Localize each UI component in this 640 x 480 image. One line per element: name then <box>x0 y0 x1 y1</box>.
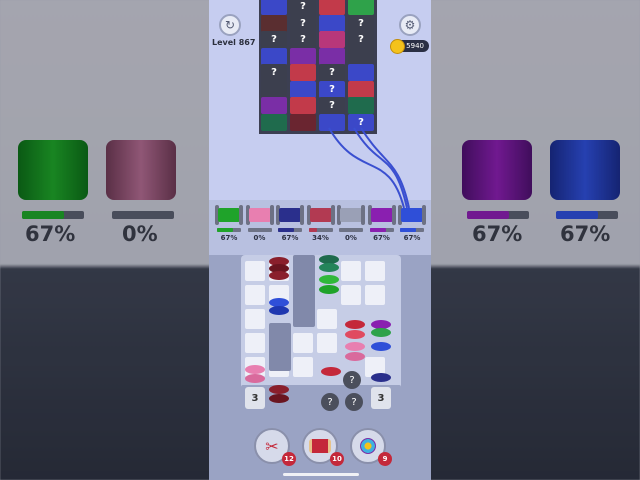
spool-percent-label: 67% <box>373 234 390 242</box>
thread-lines <box>328 127 410 209</box>
spool-stack[interactable] <box>245 365 265 385</box>
spool-progress-bar <box>217 228 241 232</box>
booster-count: 12 <box>282 452 296 466</box>
locked-tile-counter: 3 <box>371 387 391 409</box>
spool-percent-label: 67% <box>281 234 299 242</box>
spool-percent-label: 67% <box>220 234 238 242</box>
spool-tray: 3 3 ? ? ? <box>241 255 401 420</box>
spool-progress-bar <box>308 228 333 232</box>
magnet-icon <box>360 438 376 454</box>
grid-tile[interactable] <box>365 261 385 281</box>
hidden-spool[interactable]: ? <box>345 393 363 411</box>
spool-stack[interactable] <box>269 298 289 318</box>
spool-progress-bar <box>278 228 302 232</box>
thread-spool[interactable] <box>306 205 335 225</box>
spool-progress-bar <box>369 228 394 232</box>
spool-stack[interactable] <box>345 320 365 362</box>
grid-tile[interactable] <box>317 309 337 329</box>
thread-spool[interactable] <box>245 205 274 225</box>
booster-count: 10 <box>330 452 344 466</box>
grid-tile[interactable] <box>293 357 313 377</box>
grid-tile[interactable] <box>365 285 385 305</box>
booster-thread[interactable]: 10 <box>302 428 344 466</box>
spool-progress-bar <box>339 228 363 232</box>
spool-stack[interactable] <box>269 257 289 283</box>
grid-tile[interactable] <box>245 333 265 353</box>
spool-progress-bar <box>400 228 424 232</box>
spool-stack[interactable] <box>371 320 391 354</box>
thread-spool[interactable] <box>215 205 243 225</box>
spool-stack[interactable] <box>269 385 289 405</box>
spool-stack[interactable] <box>371 373 391 387</box>
booster-count: 9 <box>378 452 392 466</box>
thread-spool[interactable] <box>398 205 426 225</box>
thread-spool[interactable] <box>276 205 304 225</box>
spool-stack[interactable] <box>321 367 341 381</box>
spool-row: 67% 0% 67% 34% 0% 67% 67% <box>209 205 431 245</box>
hidden-spool[interactable]: ? <box>321 393 339 411</box>
hidden-spool[interactable]: ? <box>343 371 361 389</box>
grid-tile[interactable] <box>341 285 361 305</box>
booster-scissors[interactable]: ✂ 12 <box>254 428 296 466</box>
thread-spool[interactable] <box>367 205 396 225</box>
grid-tile[interactable] <box>341 261 361 281</box>
grid-wall <box>269 323 291 371</box>
grid-tile[interactable] <box>317 333 337 353</box>
spool-progress-bar <box>247 228 272 232</box>
thread-spool[interactable] <box>337 205 365 225</box>
grid-wall <box>293 255 315 327</box>
locked-tile-counter: 3 <box>245 387 265 409</box>
grid-tile[interactable] <box>245 309 265 329</box>
spool-percent-label: 67% <box>403 234 421 242</box>
thread-spool-icon <box>309 439 331 453</box>
spool-percent-label: 0% <box>253 234 266 242</box>
spool-stack[interactable] <box>319 255 339 297</box>
spool-percent-label: 34% <box>312 234 329 242</box>
home-indicator <box>283 473 359 476</box>
grid-tile[interactable] <box>245 261 265 281</box>
spool-percent-label: 0% <box>345 234 357 242</box>
game-screen: ↻ Level 867 ⚙ 5940 ??????????? 67% 0% 67% 3… <box>209 0 431 480</box>
booster-magnet[interactable]: 9 <box>350 428 392 466</box>
grid-tile[interactable] <box>245 285 265 305</box>
grid-tile[interactable] <box>293 333 313 353</box>
scissors-icon: ✂ <box>265 436 279 456</box>
